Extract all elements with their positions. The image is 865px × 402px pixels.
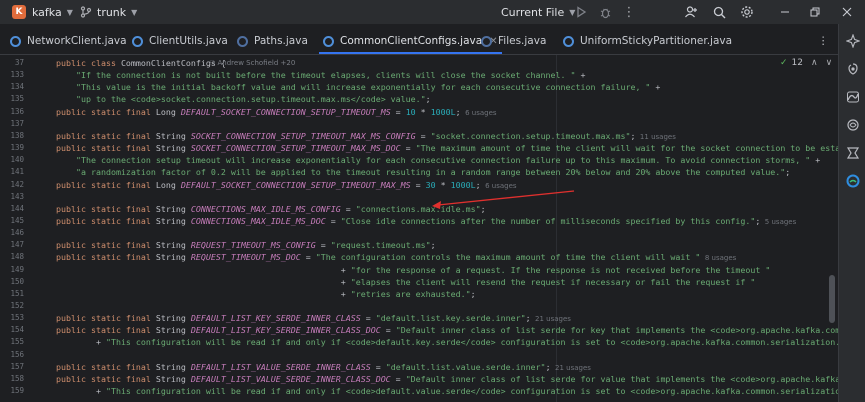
debug-icon[interactable] xyxy=(596,3,614,21)
title-bar: K kafka ▼ trunk ▼ Current File ▼ ⋮ xyxy=(0,0,865,24)
add-user-icon[interactable] xyxy=(682,3,700,21)
project-name: kafka xyxy=(32,5,62,19)
ai-assistant-icon[interactable] xyxy=(844,32,861,49)
more-actions-icon[interactable]: ⋮ xyxy=(620,3,638,21)
minimize-icon[interactable] xyxy=(776,3,794,21)
run-config-selector[interactable]: Current File ▼ xyxy=(501,0,575,24)
plugin-icon[interactable] xyxy=(844,144,861,161)
run-config-label: Current File xyxy=(501,5,565,19)
vertical-scrollbar[interactable] xyxy=(829,275,835,323)
java-class-icon xyxy=(10,35,21,47)
chevron-down-icon: ▼ xyxy=(66,7,73,17)
java-class-icon xyxy=(481,35,492,47)
tab-list-menu-icon[interactable]: ⋮ xyxy=(818,28,829,54)
tab-paths[interactable]: Paths.java xyxy=(237,28,308,54)
java-class-icon xyxy=(132,35,143,47)
tab-label: UniformStickyPartitioner.java xyxy=(580,35,733,47)
tab-networkclient[interactable]: NetworkClient.java xyxy=(10,28,127,54)
tab-label: Files.java xyxy=(498,35,547,47)
maven-icon[interactable] xyxy=(844,116,861,133)
branch-name: trunk xyxy=(97,5,127,19)
tab-label: ClientUtils.java xyxy=(149,35,228,47)
tab-label: CommonClientConfigs.java xyxy=(340,35,483,47)
java-class-icon xyxy=(237,35,248,47)
database-icon[interactable] xyxy=(844,88,861,105)
code-editor[interactable]: 37 133 134 135 136 137 138 139 140 141 142 143 144 14… xyxy=(0,55,838,402)
tab-label: Paths.java xyxy=(254,35,308,47)
close-window-icon[interactable] xyxy=(838,3,856,21)
tab-uniformstickypartitioner[interactable]: UniformStickyPartitioner.java xyxy=(563,28,732,54)
edge-browser-icon[interactable] xyxy=(844,172,861,189)
tab-files[interactable]: Files.java xyxy=(481,28,546,54)
java-class-icon xyxy=(323,35,334,47)
notifications-icon[interactable] xyxy=(844,60,861,77)
run-icon[interactable] xyxy=(572,3,590,21)
tab-clientutils[interactable]: ClientUtils.java xyxy=(132,28,228,54)
right-tool-strip xyxy=(838,24,865,402)
annotation-arrow xyxy=(432,190,575,209)
chevron-down-icon: ▼ xyxy=(131,7,138,17)
java-class-icon xyxy=(563,35,574,47)
settings-gear-icon[interactable] xyxy=(738,3,756,21)
editor-tab-bar: NetworkClient.java ClientUtils.java Path… xyxy=(0,28,838,55)
git-branch-icon xyxy=(80,6,92,18)
search-icon[interactable] xyxy=(710,3,728,21)
tab-label: NetworkClient.java xyxy=(27,35,127,47)
project-selector[interactable]: K kafka ▼ xyxy=(12,0,73,24)
project-badge: K xyxy=(12,5,26,19)
tab-commonclientconfigs[interactable]: CommonClientConfigs.java ✕ xyxy=(319,28,502,54)
branch-selector[interactable]: trunk ▼ xyxy=(80,0,137,24)
restore-icon[interactable] xyxy=(806,3,824,21)
